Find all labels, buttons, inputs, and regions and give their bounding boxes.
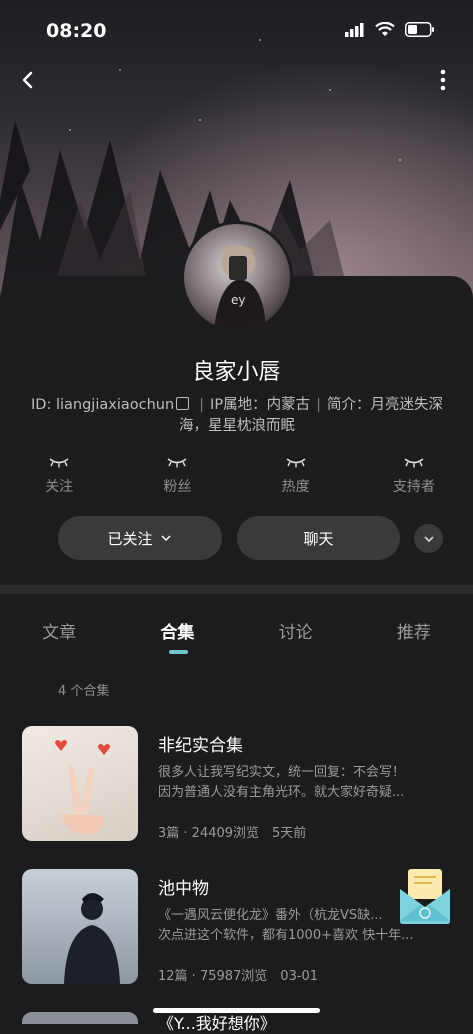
message-envelope-button[interactable] [398,867,452,925]
tab-articles[interactable]: 文章 [0,618,118,643]
profile-username: 良家小唇 [192,360,281,385]
avatar[interactable]: ey [181,221,293,333]
hidden-eye-icon [167,458,187,468]
expand-recommendations-button[interactable] [414,524,443,553]
more-vertical-icon [440,69,446,91]
content-tabs: 文章 合集 讨论 推荐 [0,618,473,643]
cellular-signal-icon [345,22,364,37]
collection-thumbnail [22,1012,138,1024]
status-time: 08:20 [46,20,107,42]
hidden-eye-icon [404,458,424,468]
chat-button-label: 聊天 [303,529,334,548]
collection-thumbnail [22,726,138,841]
stat-followers[interactable]: 粉丝 [118,456,236,496]
collection-meta: 12篇 · 75987浏览 03-01 [158,969,319,984]
stat-popularity[interactable]: 热度 [237,456,355,496]
collection-title: 《Y...我好想你》 [158,1014,276,1033]
tab-discussions[interactable]: 讨论 [237,618,355,643]
copy-icon[interactable] [176,397,190,410]
battery-icon [405,22,434,37]
collection-title: 池中物 [158,879,209,899]
tab-collections[interactable]: 合集 [118,618,236,643]
profile-stats: 关注 粉丝 热度 支持者 [0,456,473,496]
status-bar: 08:20 [0,0,473,62]
profile-id: ID: liangjiaxiaochun [31,397,175,413]
stat-label: 热度 [281,479,310,495]
collection-thumbnail [22,869,138,984]
hidden-eye-icon [49,458,69,468]
collection-description: 次点进这个软件，都有1000+喜欢 快十年... [158,928,414,943]
stat-label: 关注 [45,479,74,495]
following-button[interactable]: 已关注 [58,516,222,560]
chevron-left-icon [22,71,33,89]
profile-meta: ID: liangjiaxiaochun | IP属地：内蒙古 | 简介：月亮迷失深海，… [31,397,443,434]
active-tab-indicator [169,650,188,654]
stat-following[interactable]: 关注 [0,456,118,496]
collection-description: 很多人让我写纪实文，统一回复：不会写！ [158,765,406,780]
collection-title: 非纪实合集 [158,736,243,756]
home-indicator [153,1008,320,1013]
chevron-down-icon [423,535,434,542]
envelope-icon [400,869,450,924]
collection-count: 4 个合集 [58,684,110,699]
hidden-eye-icon [286,458,306,468]
stat-label: 粉丝 [163,479,192,495]
following-button-label: 已关注 [107,529,153,548]
stat-label: 支持者 [392,479,435,495]
tab-recommendations[interactable]: 推荐 [355,618,473,643]
chevron-down-icon [160,535,171,542]
profile-ip-location: IP属地：内蒙古 [210,397,311,413]
svg-text:ey: ey [231,293,245,307]
stat-supporters[interactable]: 支持者 [355,456,473,496]
back-button[interactable] [14,66,42,94]
more-options-button[interactable] [429,66,457,94]
section-divider [0,585,473,594]
collection-description: 因为普通人没有主角光环。就大家好奇疑... [158,785,405,800]
wifi-icon [375,22,395,36]
chat-button[interactable]: 聊天 [237,516,400,560]
collection-meta: 3篇 · 24409浏览 5天前 [158,826,307,841]
